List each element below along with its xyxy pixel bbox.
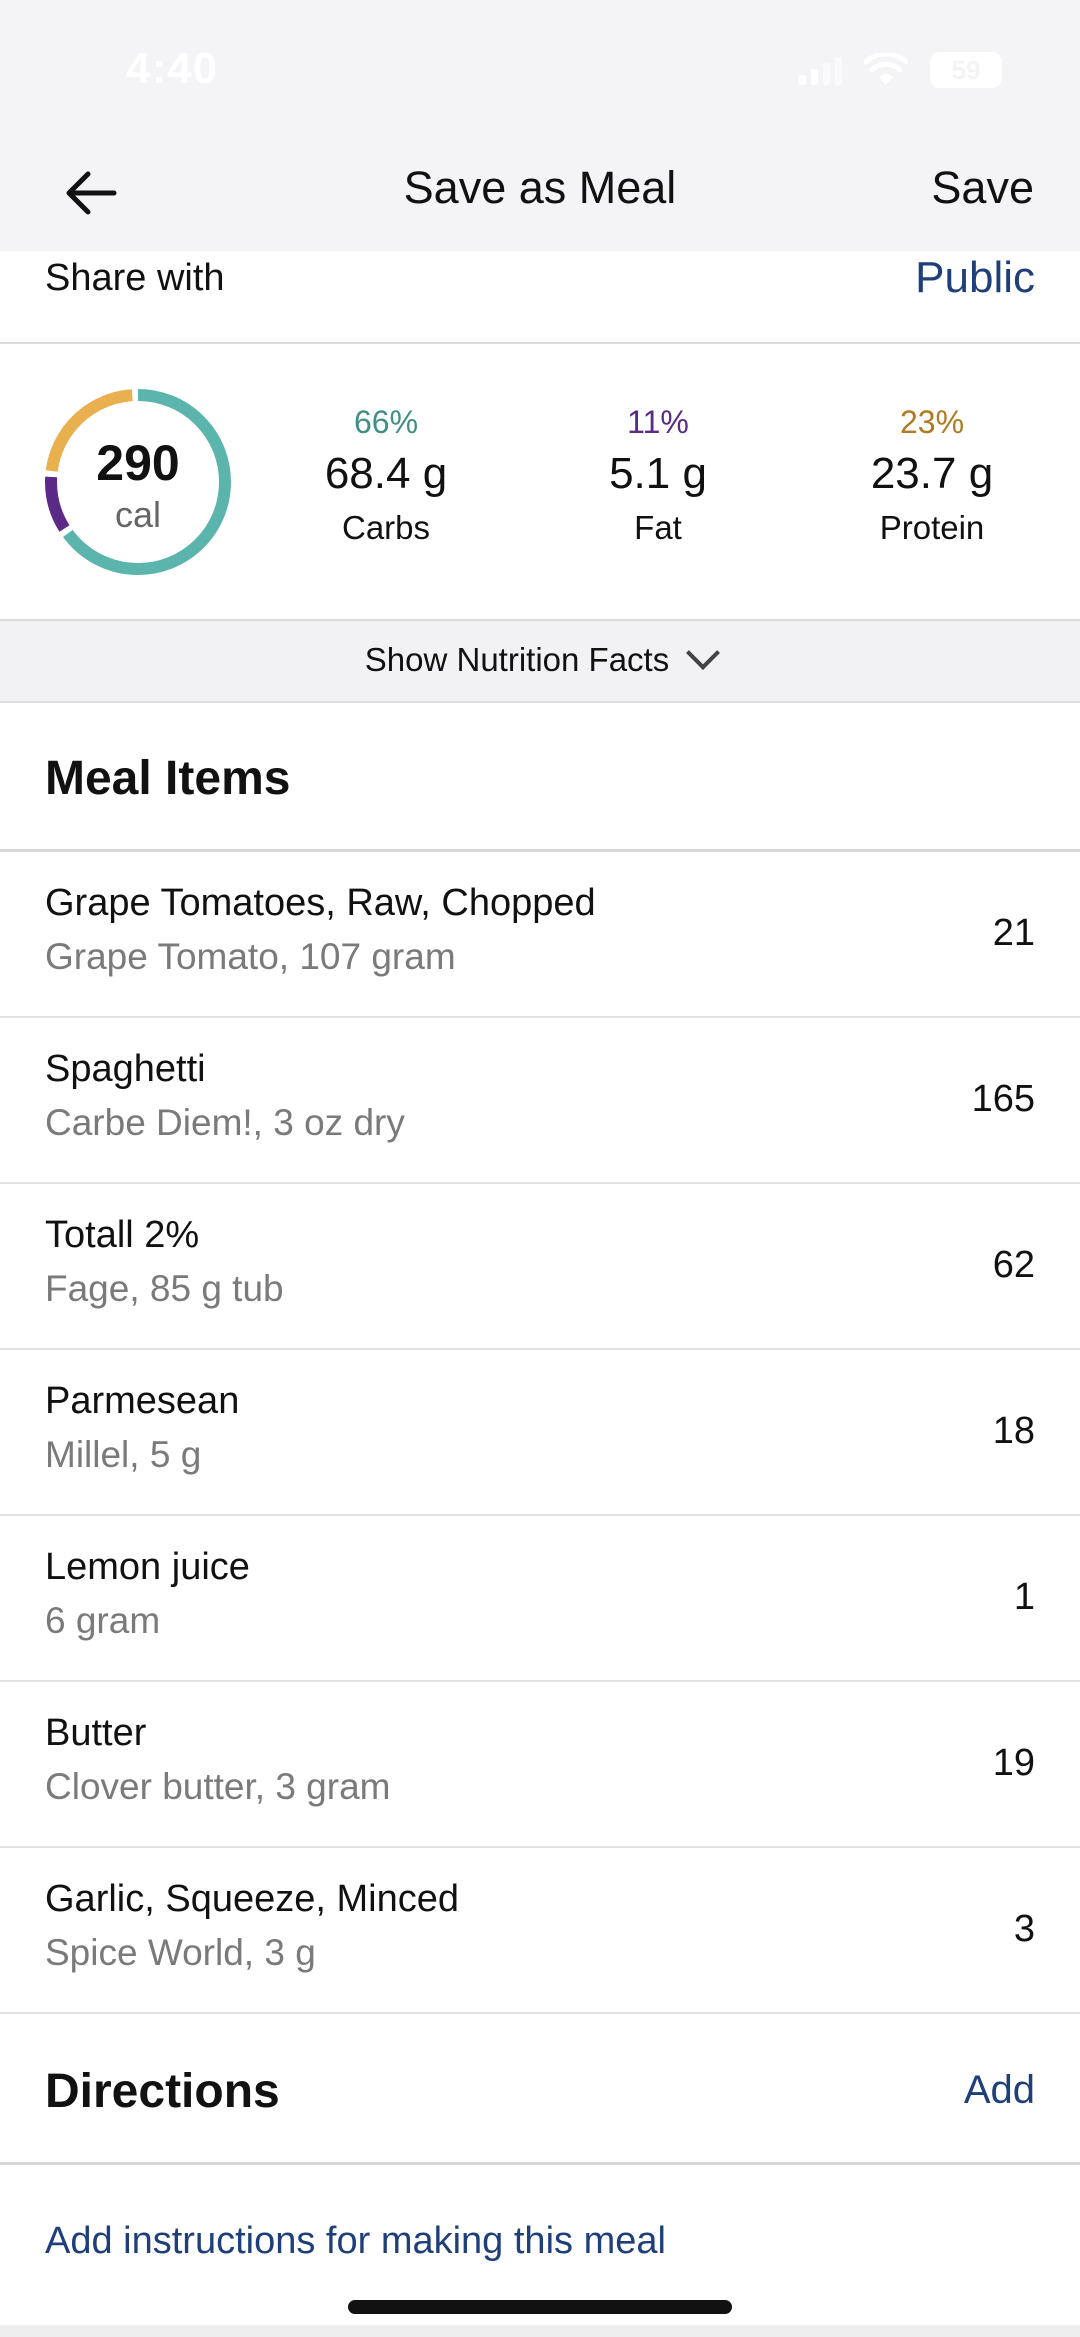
item-name: Totall 2% [45, 1214, 200, 1256]
directions-header: Directions Add [0, 2016, 1080, 2165]
item-name: Lemon juice [45, 1546, 250, 1588]
item-name: Garlic, Squeeze, Minced [45, 1878, 459, 1920]
calorie-unit: cal [114, 494, 162, 535]
status-time: 4:40 [126, 44, 219, 93]
battery-icon: 59 [930, 52, 1002, 88]
fat-label: Fat [634, 509, 682, 546]
share-with-label: Share with [45, 257, 225, 299]
list-item[interactable]: Grape Tomatoes, Raw, Chopped Grape Tomat… [0, 852, 1080, 1018]
list-item[interactable]: Garlic, Squeeze, Minced Spice World, 3 g… [0, 1848, 1080, 2014]
protein-label: Protein [879, 509, 985, 546]
carbs-percent: 66% [353, 404, 419, 440]
bottom-edge [0, 2325, 1080, 2337]
item-calories: 3 [1013, 1908, 1035, 1950]
item-description: Clover butter, 3 gram [45, 1766, 391, 1807]
show-nutrition-facts-label: Show Nutrition Facts [364, 641, 670, 678]
cellular-signal-icon [799, 55, 842, 85]
item-calories: 165 [971, 1078, 1035, 1120]
item-description: Grape Tomato, 107 gram [45, 936, 456, 977]
list-item[interactable]: Butter Clover butter, 3 gram 19 [0, 1682, 1080, 1848]
share-visibility-value[interactable]: Public [915, 253, 1035, 303]
list-item[interactable]: Totall 2% Fage, 85 g tub 62 [0, 1184, 1080, 1350]
carbs-label: Carbs [341, 509, 431, 546]
item-calories: 62 [992, 1244, 1035, 1286]
list-item[interactable]: Lemon juice 6 gram 1 [0, 1516, 1080, 1682]
save-button[interactable]: Save [931, 162, 1034, 214]
item-calories: 18 [992, 1410, 1035, 1452]
directions-heading: Directions [45, 2065, 280, 2118]
status-icons: 59 [799, 52, 1002, 88]
item-name: Grape Tomatoes, Raw, Chopped [45, 882, 596, 924]
top-bar: 4:40 59 Save as Meal Save [0, 0, 1080, 251]
home-indicator[interactable] [348, 2300, 732, 2314]
share-with-row[interactable]: Share with Public [0, 251, 1080, 344]
add-directions-button[interactable]: Add [964, 2068, 1035, 2113]
calorie-ring: 290 cal [40, 384, 236, 580]
item-name: Spaghetti [45, 1048, 206, 1090]
protein-grams: 23.7 g [870, 449, 994, 498]
wifi-icon [864, 53, 908, 85]
list-item[interactable]: Spaghetti Carbe Diem!, 3 oz dry 165 [0, 1018, 1080, 1184]
meal-items-header: Meal Items [0, 703, 1080, 852]
chevron-down-icon [686, 636, 721, 670]
fat-grams: 5.1 g [609, 449, 707, 498]
item-description: Carbe Diem!, 3 oz dry [45, 1102, 405, 1143]
item-name: Parmesean [45, 1380, 240, 1422]
item-name: Butter [45, 1712, 147, 1754]
item-calories: 1 [1013, 1576, 1035, 1618]
macro-fat: 11% 5.1 g Fat [548, 404, 768, 547]
page-title: Save as Meal [403, 162, 677, 213]
carbs-grams: 68.4 g [324, 449, 448, 498]
meal-items-list: Grape Tomatoes, Raw, Chopped Grape Tomat… [0, 852, 1080, 2014]
fat-percent: 11% [627, 404, 689, 440]
macro-summary: 290 cal 66% 68.4 g Carbs 11% 5.1 g Fat 2… [0, 344, 1080, 619]
macro-protein: 23% 23.7 g Protein [822, 404, 1042, 547]
item-calories: 21 [992, 912, 1035, 954]
list-item[interactable]: Parmesean Millel, 5 g 18 [0, 1350, 1080, 1516]
protein-percent: 23% [899, 404, 965, 440]
item-description: 6 gram [45, 1600, 161, 1641]
item-description: Millel, 5 g [45, 1434, 202, 1475]
meal-items-heading: Meal Items [45, 752, 291, 805]
item-description: Fage, 85 g tub [45, 1268, 284, 1309]
add-instructions-link[interactable]: Add instructions for making this meal [45, 2220, 666, 2263]
calorie-total: 290 [96, 435, 180, 491]
show-nutrition-facts-button[interactable]: Show Nutrition Facts [0, 619, 1080, 703]
status-bar: 4:40 59 [0, 0, 1080, 140]
macro-carbs: 66% 68.4 g Carbs [276, 404, 496, 547]
item-description: Spice World, 3 g [45, 1932, 316, 1973]
navigation-bar: Save as Meal Save [0, 140, 1080, 251]
item-calories: 19 [992, 1742, 1035, 1784]
